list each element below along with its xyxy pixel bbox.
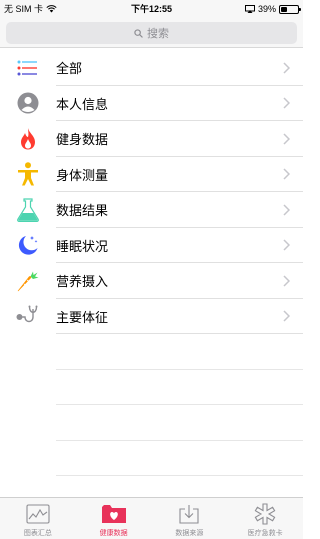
tab-label: 图表汇总 [23,530,52,537]
list-icon [17,60,37,76]
flask-icon [17,198,39,222]
list-item-fitness[interactable]: 健身数据 [0,121,303,157]
health-folder-icon [101,505,126,523]
chart-icon [26,504,50,524]
tab-label: 数据来源 [175,530,204,537]
chevron-right-icon [277,133,295,145]
tab-charts[interactable]: 图表汇总 [0,498,76,539]
battery-level [281,6,288,12]
tab-medical-id[interactable]: 医疗急救卡 [227,498,303,539]
list-item-label: 本人信息 [56,96,109,112]
list-item-label: 主要体征 [56,309,109,325]
battery-icon [279,4,301,14]
search-input[interactable]: 搜索 [6,22,297,44]
chevron-right-icon [277,168,295,180]
empty-row [0,370,303,406]
tab-label: 医疗急救卡 [247,530,283,537]
status-right: 39% [242,0,301,18]
search-bar: 搜索 [0,18,303,48]
chevron-right-icon [277,204,295,216]
medical-star-icon [254,503,276,525]
list-item-personal-info[interactable]: 本人信息 [0,86,303,122]
search-icon [134,28,143,38]
chevron-right-icon [277,62,295,74]
download-icon [179,505,199,524]
tab-health-data[interactable]: 健康数据 [76,498,152,539]
chevron-right-icon [277,310,295,322]
list-item-label: 健身数据 [56,132,109,148]
body-icon [18,162,38,186]
tab-data-sources[interactable]: 数据来源 [152,498,228,539]
empty-row [0,334,303,370]
chevron-right-icon [277,97,295,109]
empty-row [0,405,303,441]
list-item-label: 数据结果 [56,203,109,219]
list-item-label: 营养摄入 [56,274,109,290]
list-item-vitals[interactable]: 主要体征 [0,299,303,335]
category-list: 全部 本人信息 健身数据 身体测量 数据结果 睡眠状况 营养摄入 主要体征 [0,50,303,476]
flame-icon [21,127,35,150]
empty-row [0,441,303,477]
tab-bar: 图表汇总 健康数据 数据来源 医疗急救卡 [0,497,303,539]
carrot-icon [17,271,39,291]
battery-percent: 39% [257,4,276,14]
list-item-data-results[interactable]: 数据结果 [0,192,303,228]
list-item-label: 身体测量 [56,167,109,183]
search-placeholder: 搜索 [147,28,169,40]
chevron-right-icon [277,239,295,251]
moon-icon [18,236,38,255]
stethoscope-icon [16,305,38,323]
tab-label: 健康数据 [99,530,128,537]
airplay-icon [244,5,255,13]
list-item-nutrition[interactable]: 营养摄入 [0,263,303,299]
chevron-right-icon [277,275,295,287]
person-icon [17,92,39,114]
list-item-label: 全部 [56,61,83,77]
list-item-label: 睡眠状况 [56,238,109,254]
list-item-body-measurements[interactable]: 身体测量 [0,157,303,193]
list-item-sleep[interactable]: 睡眠状况 [0,228,303,264]
list-item-all[interactable]: 全部 [0,50,303,86]
status-bar: 无 SIM 卡 下午12:55 39% [0,0,303,18]
